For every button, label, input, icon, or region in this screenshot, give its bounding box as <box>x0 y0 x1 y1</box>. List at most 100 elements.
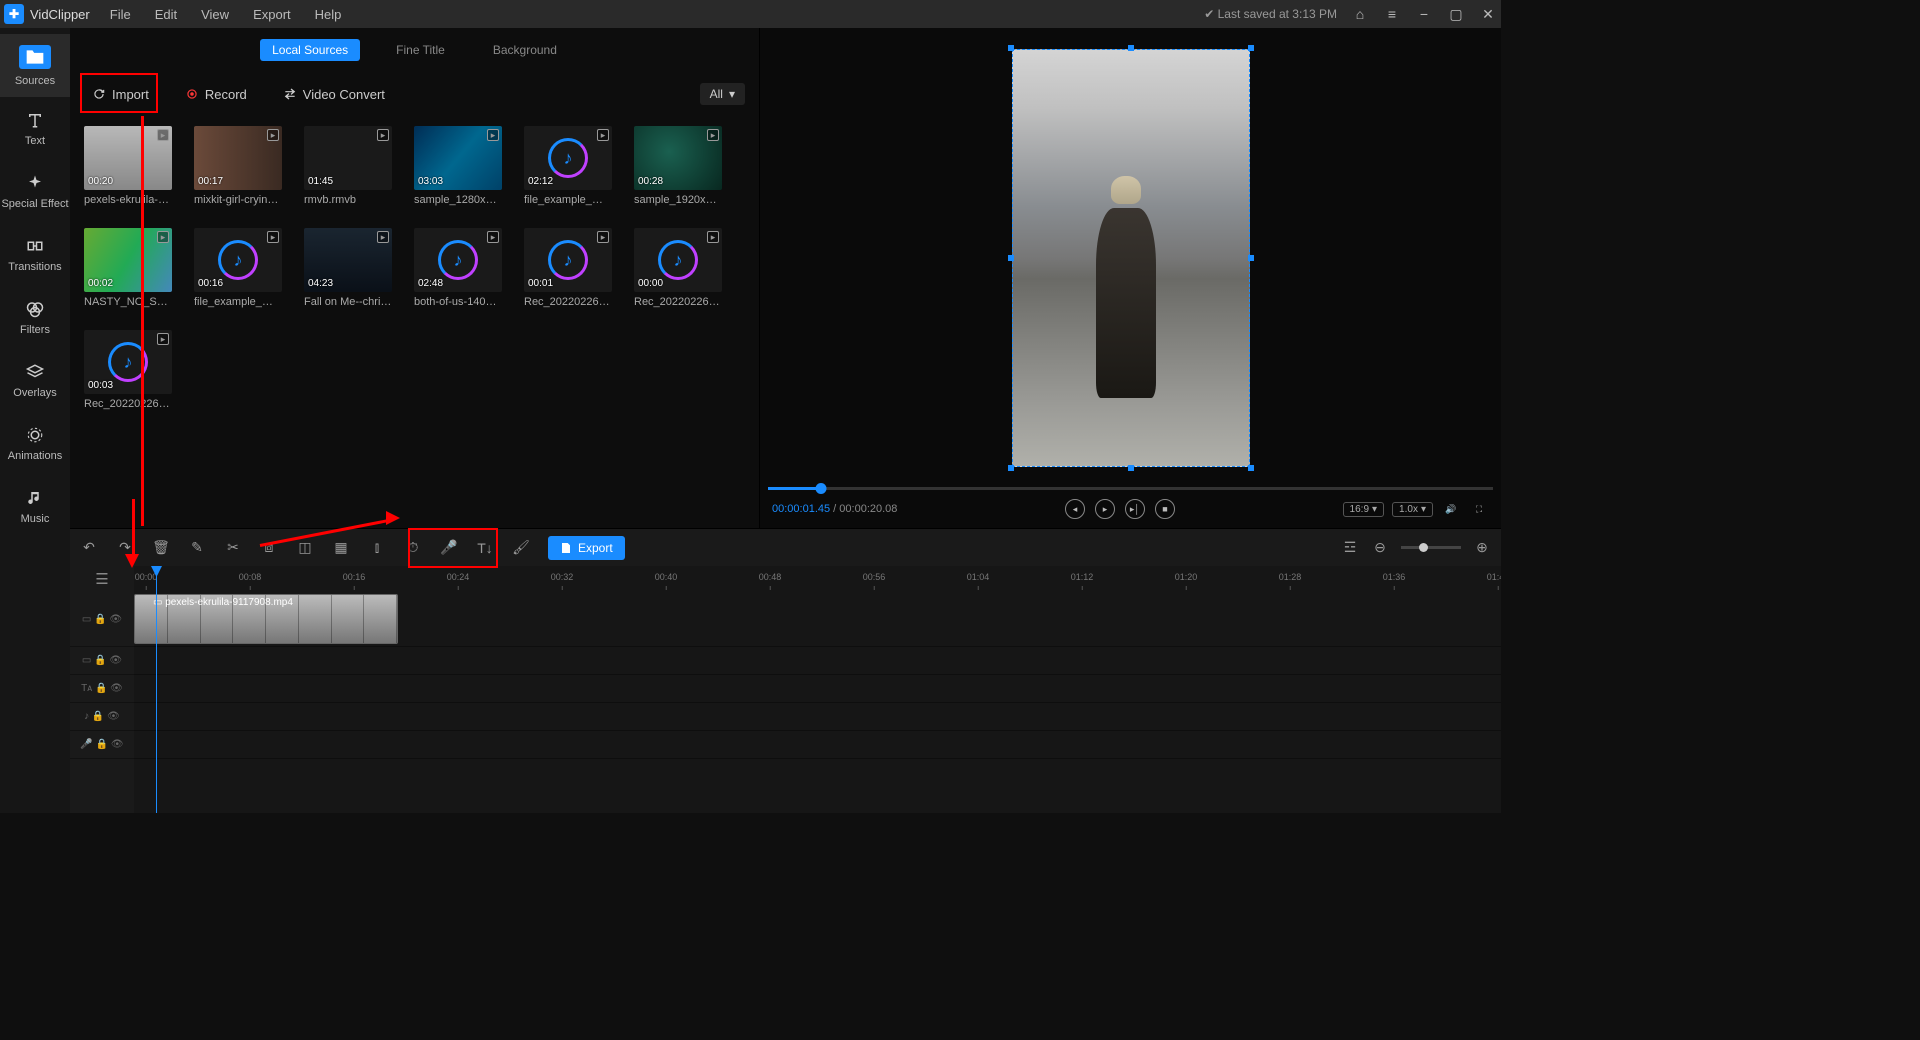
track-head-audio[interactable]: ♪ 🔒 👁 <box>70 703 134 731</box>
menu-view[interactable]: View <box>201 7 229 22</box>
edit-button[interactable]: ✎ <box>188 539 206 557</box>
window-minimize[interactable]: − <box>1415 5 1433 23</box>
media-thumbnail[interactable]: 04:23▸ <box>304 228 392 292</box>
track-row-2[interactable] <box>134 647 1501 675</box>
sidebar-item-text[interactable]: Text <box>0 97 70 160</box>
video-track[interactable]: ▭ pexels-ekrulila-9117908.mp4 <box>134 592 1501 647</box>
media-item[interactable]: 00:20▸pexels-ekrulila-9… <box>84 126 172 206</box>
sidebar-item-sources[interactable]: Sources <box>0 34 70 97</box>
stop-button[interactable]: ■ <box>1155 499 1175 519</box>
add-to-timeline-icon[interactable]: ▸ <box>157 231 169 243</box>
add-to-timeline-icon[interactable]: ▸ <box>377 231 389 243</box>
text-tool-button[interactable]: T↓ <box>476 539 494 557</box>
levels-button[interactable]: ⫾ <box>368 539 386 557</box>
redo-button[interactable]: ↷ <box>116 539 134 557</box>
menu-file[interactable]: File <box>110 7 131 22</box>
media-item[interactable]: 00:28▸sample_1920x10… <box>634 126 722 206</box>
home-icon[interactable]: ⌂ <box>1351 5 1369 23</box>
add-to-timeline-icon[interactable]: ▸ <box>157 333 169 345</box>
hamburger-icon[interactable]: ≡ <box>1383 5 1401 23</box>
add-to-timeline-icon[interactable]: ▸ <box>267 129 279 141</box>
speed-button[interactable]: ⏱ <box>404 539 422 557</box>
media-item[interactable]: ♪02:48▸both-of-us-1403… <box>414 228 502 308</box>
add-to-timeline-icon[interactable]: ▸ <box>597 231 609 243</box>
sidebar-item-filters[interactable]: Filters <box>0 286 70 349</box>
media-item[interactable]: ♪00:16▸file_example_WA… <box>194 228 282 308</box>
playback-speed-dropdown[interactable]: 1.0x ▾ <box>1392 502 1433 517</box>
add-to-timeline-icon[interactable]: ▸ <box>487 129 499 141</box>
window-close[interactable]: ✕ <box>1479 5 1497 23</box>
snapshot-button[interactable]: ◫ <box>296 539 314 557</box>
add-to-timeline-icon[interactable]: ▸ <box>707 129 719 141</box>
media-thumbnail[interactable]: ♪02:48▸ <box>414 228 502 292</box>
media-item[interactable]: ♪00:00▸Rec_20220226_18… <box>634 228 722 308</box>
menu-edit[interactable]: Edit <box>155 7 177 22</box>
tab-local-sources[interactable]: Local Sources <box>260 39 360 61</box>
ruler[interactable]: 00:0000:0800:1600:2400:3200:4000:4800:56… <box>134 566 1501 592</box>
tab-fine-title[interactable]: Fine Title <box>384 39 457 61</box>
mic-button[interactable]: 🎤 <box>440 539 458 557</box>
media-thumbnail[interactable]: 00:28▸ <box>634 126 722 190</box>
media-item[interactable]: 04:23▸Fall on Me--chris… <box>304 228 392 308</box>
add-to-timeline-icon[interactable]: ▸ <box>707 231 719 243</box>
timeline-view-button[interactable]: ☲ <box>1341 539 1359 557</box>
export-button[interactable]: Export <box>548 536 625 560</box>
media-thumbnail[interactable]: ♪00:16▸ <box>194 228 282 292</box>
timeline-clip[interactable]: ▭ pexels-ekrulila-9117908.mp4 <box>134 594 398 644</box>
preview-stage[interactable] <box>760 28 1501 487</box>
track-options-button[interactable]: ☰ <box>70 566 134 592</box>
sidebar-item-overlays[interactable]: Overlays <box>0 349 70 412</box>
preview-frame[interactable] <box>1012 49 1250 467</box>
zoom-slider[interactable] <box>1401 546 1461 549</box>
zoom-out-button[interactable]: ⊖ <box>1371 539 1389 557</box>
media-item[interactable]: 01:45▸rmvb.rmvb <box>304 126 392 206</box>
delete-button[interactable]: 🗑 <box>152 539 170 557</box>
media-item[interactable]: ♪00:03▸Rec_20220226_18… <box>84 330 172 410</box>
media-item[interactable]: ♪00:01▸Rec_20220226_18… <box>524 228 612 308</box>
mosaic-button[interactable]: ▦ <box>332 539 350 557</box>
media-filter-dropdown[interactable]: All ▾ <box>700 83 745 105</box>
media-thumbnail[interactable]: ♪00:00▸ <box>634 228 722 292</box>
track-head-mic[interactable]: 🎤 🔒 👁 <box>70 731 134 759</box>
add-to-timeline-icon[interactable]: ▸ <box>597 129 609 141</box>
add-to-timeline-icon[interactable]: ▸ <box>157 129 169 141</box>
media-thumbnail[interactable]: ♪00:01▸ <box>524 228 612 292</box>
media-thumbnail[interactable]: 03:03▸ <box>414 126 502 190</box>
fullscreen-icon[interactable]: ⛶ <box>1469 499 1489 519</box>
media-thumbnail[interactable]: ♪00:03▸ <box>84 330 172 394</box>
import-button[interactable]: Import <box>84 84 157 105</box>
media-item[interactable]: 00:17▸mixkit-girl-crying… <box>194 126 282 206</box>
undo-button[interactable]: ↶ <box>80 539 98 557</box>
media-thumbnail[interactable]: 00:02▸ <box>84 228 172 292</box>
volume-icon[interactable]: 🔊 <box>1441 499 1461 519</box>
next-frame-button[interactable]: ▸│ <box>1125 499 1145 519</box>
preview-scrubber[interactable] <box>768 487 1493 490</box>
add-to-timeline-icon[interactable]: ▸ <box>377 129 389 141</box>
sidebar-item-music[interactable]: Music <box>0 475 70 538</box>
split-button[interactable]: ✂ <box>224 539 242 557</box>
menu-help[interactable]: Help <box>315 7 342 22</box>
video-convert-button[interactable]: Video Convert <box>275 84 393 105</box>
media-thumbnail[interactable]: ♪02:12▸ <box>524 126 612 190</box>
sidebar-item-special-effect[interactable]: Special Effect <box>0 160 70 223</box>
sidebar-item-animations[interactable]: Animations <box>0 412 70 475</box>
track-row-audio[interactable] <box>134 703 1501 731</box>
media-item[interactable]: 03:03▸sample_1280x72… <box>414 126 502 206</box>
play-button[interactable]: ▸ <box>1095 499 1115 519</box>
prev-frame-button[interactable]: ◂ <box>1065 499 1085 519</box>
media-item[interactable]: 00:02▸NASTY_NO_SCOP… <box>84 228 172 308</box>
track-row-text[interactable] <box>134 675 1501 703</box>
track-head-text[interactable]: Tᴀ 🔒 👁 <box>70 675 134 703</box>
crop-button[interactable]: ⧈ <box>260 539 278 557</box>
record-button[interactable]: Record <box>177 84 255 105</box>
playhead[interactable] <box>156 566 157 813</box>
track-head-2[interactable]: ▭ 🔒 👁 <box>70 647 134 675</box>
track-row-mic[interactable] <box>134 731 1501 759</box>
sidebar-item-transitions[interactable]: Transitions <box>0 223 70 286</box>
menu-export[interactable]: Export <box>253 7 291 22</box>
zoom-in-button[interactable]: ⊕ <box>1473 539 1491 557</box>
scrubber-handle[interactable] <box>815 483 826 494</box>
media-thumbnail[interactable]: 01:45▸ <box>304 126 392 190</box>
aspect-ratio-dropdown[interactable]: 16:9 ▾ <box>1343 502 1385 517</box>
media-thumbnail[interactable]: 00:17▸ <box>194 126 282 190</box>
